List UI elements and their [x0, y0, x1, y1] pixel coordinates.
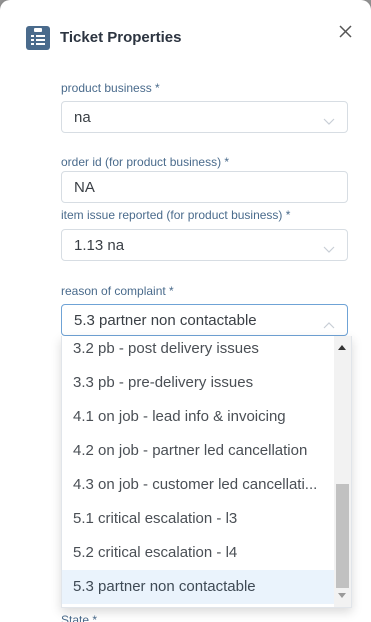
item-issue-value: 1.13 na	[74, 237, 125, 254]
clipboard-list-icon	[26, 26, 50, 50]
scrollbar-thumb[interactable]	[336, 484, 349, 588]
close-icon[interactable]	[334, 20, 358, 44]
order-id-label: order id (for product business) *	[61, 155, 230, 169]
reason-of-complaint-select[interactable]: 5.3 partner non contactable	[61, 304, 348, 336]
scroll-down-arrow-icon[interactable]	[338, 593, 346, 598]
dropdown-option[interactable]: 5.2 critical escalation - l4	[62, 536, 334, 570]
dropdown-option[interactable]: 5.1 critical escalation - l3	[62, 502, 334, 536]
product-business-select[interactable]: na	[61, 101, 348, 133]
chevron-up-icon	[323, 316, 335, 329]
dropdown-option[interactable]: 4.3 on job - customer led cancellati...	[62, 468, 334, 502]
dropdown-option-selected[interactable]: 5.3 partner non contactable	[62, 570, 334, 604]
dropdown-scrollbar[interactable]	[334, 336, 351, 607]
ticket-properties-panel: Ticket Properties product business * na …	[0, 0, 371, 622]
reason-of-complaint-value: 5.3 partner non contactable	[74, 312, 257, 329]
dropdown-option[interactable]: 4.2 on job - partner led cancellation	[62, 434, 334, 468]
chevron-down-icon	[323, 113, 335, 125]
scroll-up-arrow-icon[interactable]	[338, 345, 346, 350]
dropdown-option[interactable]: 3.2 pb - post delivery issues	[62, 336, 334, 366]
chevron-down-icon	[323, 241, 335, 253]
panel-header: Ticket Properties	[0, 0, 371, 74]
order-id-value: NA	[74, 179, 95, 196]
order-id-input[interactable]: NA	[61, 171, 348, 203]
panel-title: Ticket Properties	[60, 29, 182, 46]
product-business-label: product business *	[61, 81, 160, 95]
item-issue-label: item issue reported (for product busines…	[61, 208, 291, 222]
state-label: State *	[61, 613, 98, 622]
item-issue-select[interactable]: 1.13 na	[61, 229, 348, 261]
dropdown-option[interactable]: 3.3 pb - pre-delivery issues	[62, 366, 334, 400]
reason-dropdown-list[interactable]: 3.2 pb - post delivery issues 3.3 pb - p…	[61, 336, 352, 608]
product-business-value: na	[74, 109, 91, 126]
dropdown-option[interactable]: 4.1 on job - lead info & invoicing	[62, 400, 334, 434]
reason-of-complaint-label: reason of complaint *	[61, 284, 174, 298]
